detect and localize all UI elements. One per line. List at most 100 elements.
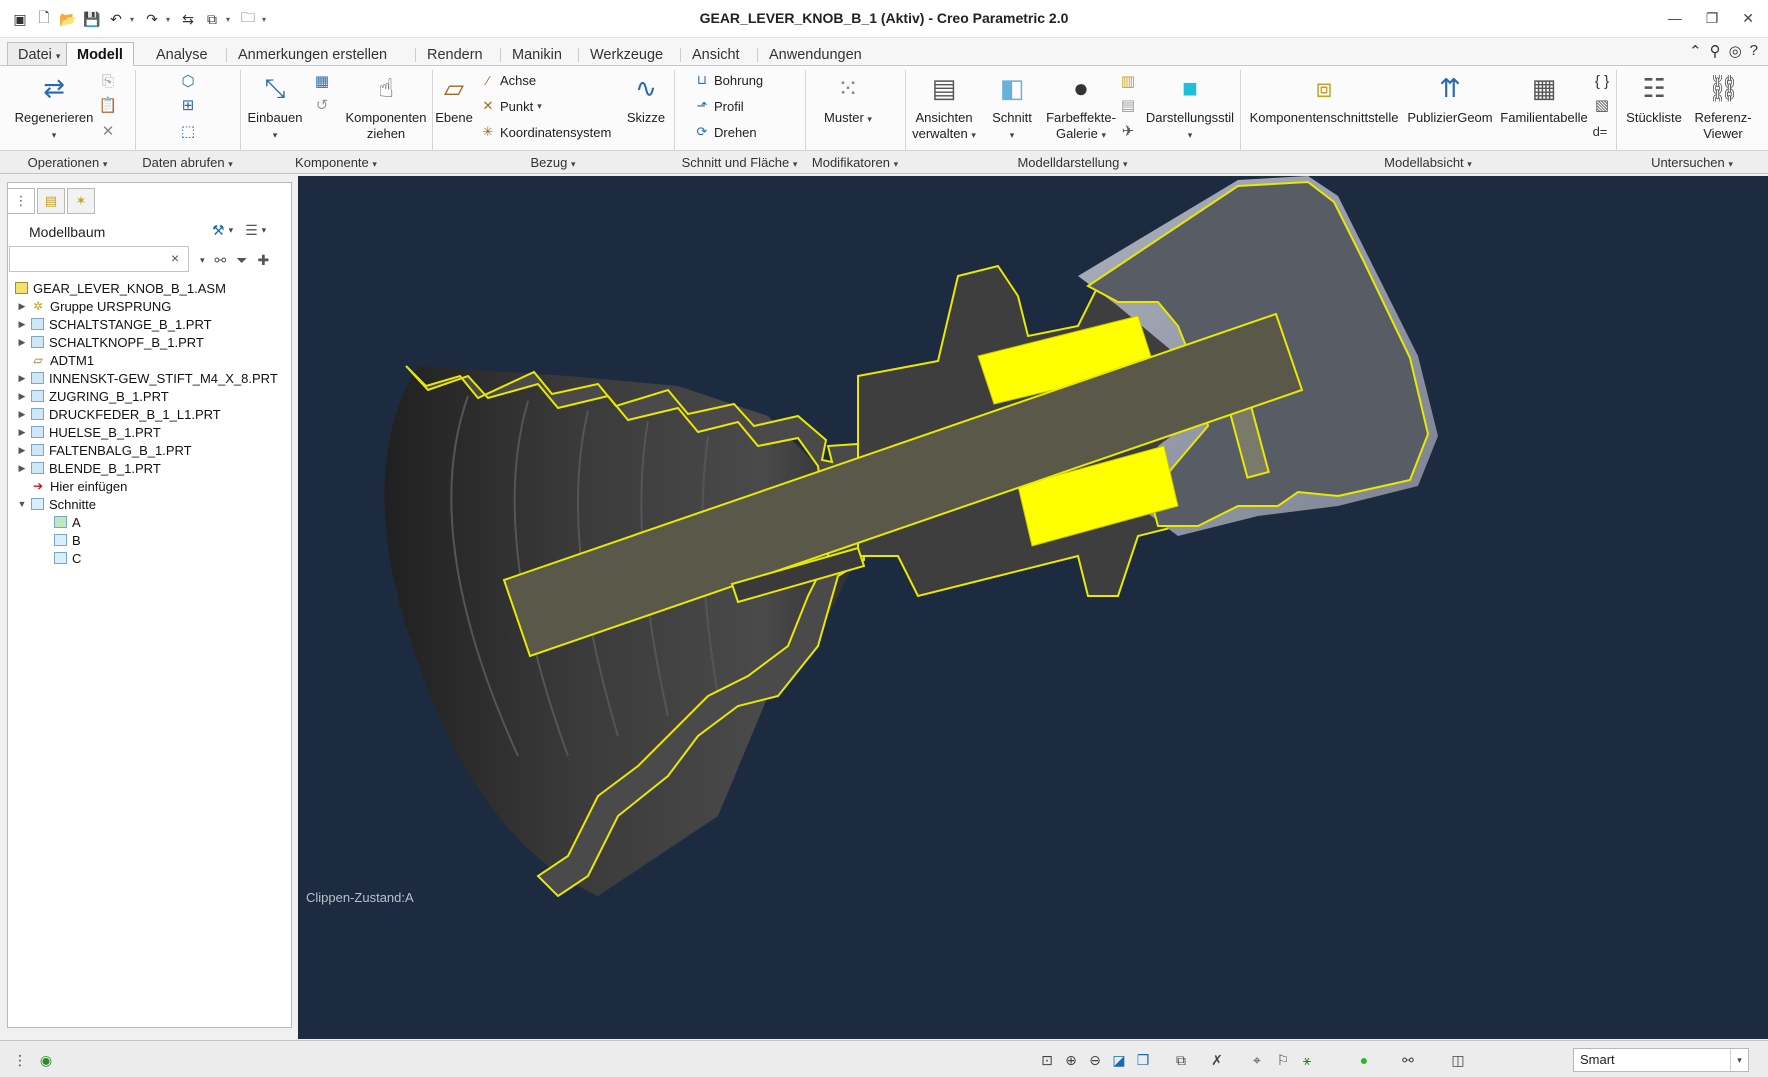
tab-modell[interactable]: Modell — [66, 42, 134, 66]
minimize-icon[interactable]: — — [1668, 10, 1682, 27]
tree-item-sections[interactable]: ▼ Schnitte — [15, 495, 96, 513]
group-modelldarstellung[interactable]: Modelldarstellung ▾ — [905, 155, 1240, 170]
zoom-out-icon[interactable]: ⊖ — [1085, 1051, 1105, 1069]
parameters-icon[interactable]: ▧ — [1592, 96, 1612, 116]
user-defined-feature-icon[interactable]: ⬚ — [178, 122, 198, 142]
switch-dimensions-button[interactable]: d= — [1590, 122, 1610, 142]
repeat-icon[interactable]: ↺ — [312, 96, 332, 116]
tree-item-section[interactable]: C — [52, 549, 81, 567]
filter-icon[interactable]: ⏷ — [236, 252, 247, 269]
find-status-icon[interactable]: ⚯ — [1398, 1051, 1418, 1069]
darstellungsstil-button[interactable]: ■ Darstellungsstil ▾ — [1142, 72, 1238, 143]
search-icon[interactable]: ⚲ — [1710, 42, 1721, 60]
ebene-button[interactable]: ▱ Ebene — [432, 72, 476, 126]
display-icon[interactable]: ▥ — [1118, 72, 1138, 92]
perspective-icon[interactable]: ✈ — [1118, 122, 1138, 142]
undo-icon[interactable]: ↶ — [106, 9, 126, 29]
tree-item-section[interactable]: A — [52, 513, 81, 531]
refit-icon[interactable]: ⊡ — [1037, 1051, 1057, 1069]
help-center-icon[interactable]: ◎ — [1729, 42, 1742, 60]
open-folder-icon[interactable]: 📂 — [58, 9, 78, 29]
group-daten-abrufen[interactable]: Daten abrufen ▾ — [135, 155, 240, 170]
group-untersuchen[interactable]: Untersuchen ▾ — [1616, 155, 1768, 170]
tree-item[interactable]: ▶ FALTENBALG_B_1.PRT — [15, 441, 192, 459]
punkt-button[interactable]: ✕ Punkt ▾ — [480, 96, 542, 116]
maximize-icon[interactable]: ❐ — [1706, 10, 1719, 27]
tree-item-section[interactable]: B — [52, 531, 81, 549]
ansichten-verwalten-button[interactable]: ▤ Ansichten verwalten ▾ — [906, 72, 982, 143]
search-dropdown-icon[interactable]: ▾ — [200, 255, 205, 266]
model-tree-tab[interactable]: ⋮ — [7, 188, 35, 214]
paste-icon[interactable]: 📋 — [98, 96, 118, 116]
group-komponente[interactable]: Komponente ▾ — [240, 155, 432, 170]
group-bezug[interactable]: Bezug ▾ — [432, 155, 674, 170]
tab-manikin[interactable]: Manikin — [501, 42, 573, 66]
tab-ansicht[interactable]: Ansicht — [681, 42, 751, 66]
selection-box-icon[interactable]: ◫ — [1448, 1051, 1468, 1069]
customize-toolbar-icon[interactable]: ▾ — [262, 15, 270, 24]
shrinkwrap-icon[interactable]: ⬡ — [178, 72, 198, 92]
referenz-viewer-button[interactable]: ⛓ Referenz- Viewer — [1690, 72, 1756, 142]
new-file-icon[interactable]: 🗋 — [34, 9, 54, 29]
add-column-icon[interactable]: ✚ — [257, 252, 269, 269]
collapse-ribbon-icon[interactable]: ⌃ — [1689, 42, 1702, 60]
show-icon[interactable]: ☰ — [245, 222, 258, 239]
tree-item[interactable]: ▱ ADTM1 — [15, 351, 94, 369]
show-navigator-icon[interactable]: ⋮ — [10, 1051, 30, 1069]
muster-button[interactable]: ⁙ Muster ▾ — [810, 72, 886, 127]
einbauen-button[interactable]: ⤡ Einbauen ▾ — [242, 72, 308, 143]
repaint-icon[interactable]: ◪ — [1109, 1051, 1129, 1069]
bohrung-button[interactable]: ⊔ Bohrung — [694, 70, 763, 90]
tree-settings-icon[interactable]: ⚒ — [212, 222, 225, 239]
selection-filter-dropdown[interactable]: Smart ▾ — [1573, 1048, 1749, 1072]
display-style-status-icon[interactable]: ❒ — [1133, 1051, 1153, 1069]
tab-datei[interactable]: Datei ▾ — [7, 42, 72, 66]
favorites-tab[interactable]: ✶ — [67, 188, 95, 214]
familientabelle-button[interactable]: ▦ Familientabelle — [1498, 72, 1590, 126]
tree-item[interactable]: ▶ BLENDE_B_1.PRT — [15, 459, 161, 477]
tree-search-input[interactable] — [9, 246, 189, 272]
profil-button[interactable]: ⬏ Profil — [694, 96, 744, 116]
redo-dropdown-icon[interactable]: ▾ — [166, 15, 174, 24]
zoom-in-icon[interactable]: ⊕ — [1061, 1051, 1081, 1069]
tree-item[interactable]: ▶ SCHALTSTANGE_B_1.PRT — [15, 315, 212, 333]
achse-button[interactable]: ⁄ Achse — [480, 70, 536, 90]
help-icon[interactable]: ? — [1750, 42, 1758, 60]
show-browser-icon[interactable]: ◉ — [36, 1051, 56, 1069]
tree-item[interactable]: ▶ ✲ Gruppe URSPRUNG — [15, 297, 172, 315]
group-modifikatoren[interactable]: Modifikatoren ▾ — [805, 155, 905, 170]
regenerieren-button[interactable]: ⇄ Regenerieren ▾ — [12, 72, 96, 143]
skizze-button[interactable]: ∿ Skizze — [618, 72, 674, 126]
tab-anmerkungen[interactable]: Anmerkungen erstellen — [227, 42, 398, 66]
group-modellabsicht[interactable]: Modellabsicht ▾ — [1240, 155, 1616, 170]
delete-icon[interactable]: ✕ — [98, 122, 118, 142]
tab-anwendungen[interactable]: Anwendungen — [758, 42, 873, 66]
saved-views-icon[interactable]: ⧉ — [1171, 1051, 1191, 1069]
tab-analyse[interactable]: Analyse — [145, 42, 219, 66]
group-operationen[interactable]: Operationen ▾ — [0, 155, 135, 170]
schnitt-button[interactable]: ◧ Schnitt ▾ — [986, 72, 1038, 143]
tree-item[interactable]: ▶ ZUGRING_B_1.PRT — [15, 387, 169, 405]
group-schnitt-flaeche[interactable]: Schnitt und Fläche ▾ — [674, 155, 805, 170]
tab-rendern[interactable]: Rendern — [416, 42, 494, 66]
tree-item-insert-here[interactable]: ➔ Hier einfügen — [15, 477, 127, 495]
windows-icon[interactable]: ⧉ — [202, 9, 222, 29]
close-icon[interactable]: ✕ — [1742, 10, 1754, 27]
windows-dropdown-icon[interactable]: ▾ — [226, 15, 234, 24]
undo-dropdown-icon[interactable]: ▾ — [130, 15, 138, 24]
merge-icon[interactable]: ⊞ — [178, 96, 198, 116]
tree-item[interactable]: ▶ SCHALTKNOPF_B_1.PRT — [15, 333, 204, 351]
layers-icon[interactable]: ▤ — [1118, 96, 1138, 116]
tree-item[interactable]: ▶ HUELSE_B_1.PRT — [15, 423, 161, 441]
copy-icon[interactable]: ⎘ — [98, 72, 118, 92]
regenerate-quick-icon[interactable]: ⇆ — [178, 9, 198, 29]
farbeffekte-galerie-button[interactable]: ● Farbeffekte- Galerie ▾ — [1040, 72, 1122, 143]
find-icon[interactable]: ⚯ — [215, 252, 227, 269]
save-icon[interactable]: 💾 — [82, 9, 102, 29]
tree-settings-dropdown-icon[interactable]: ▾ — [229, 225, 234, 236]
folder-browser-tab[interactable]: ▤ — [37, 188, 65, 214]
koordinatensystem-button[interactable]: ✳ Koordinatensystem — [480, 122, 612, 142]
annotation-display-icon[interactable]: ⚐ — [1273, 1051, 1293, 1069]
animation-icon[interactable]: ⚹ — [1297, 1051, 1317, 1069]
create-component-icon[interactable]: ▦ — [312, 72, 332, 92]
